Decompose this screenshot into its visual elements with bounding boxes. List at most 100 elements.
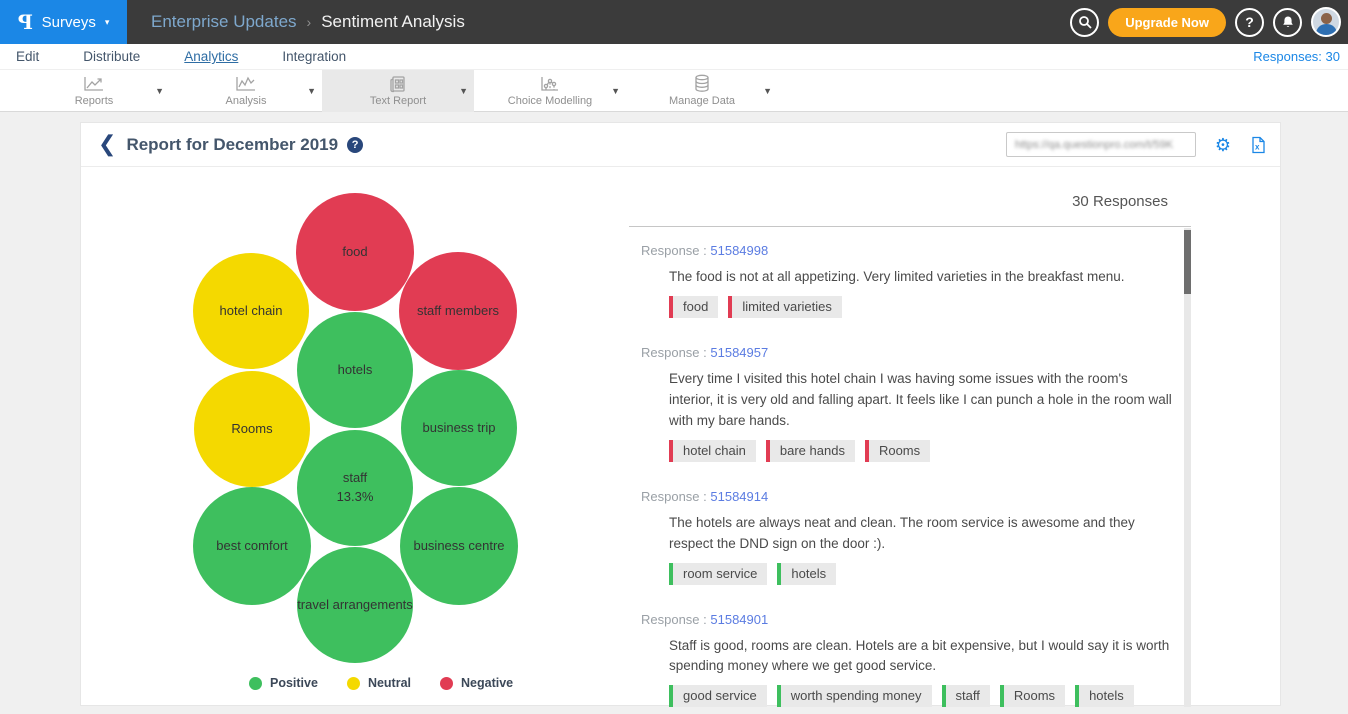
chevron-down-icon[interactable]: ▼ xyxy=(155,86,164,96)
sentiment-bubble-chart: food hotel chain staff members hotels Rooms b… xyxy=(111,189,531,644)
bubble-label: staff xyxy=(343,469,367,488)
export-excel-icon[interactable]: x xyxy=(1250,136,1266,154)
toolbar-item-reports[interactable]: Reports ▼ xyxy=(18,70,170,112)
bubble-label: hotel chain xyxy=(220,302,283,321)
chevron-down-icon[interactable]: ▼ xyxy=(307,86,316,96)
legend-dot-icon xyxy=(440,677,453,690)
sentiment-tag-rooms[interactable]: Rooms xyxy=(1000,685,1065,707)
response-label: Response : 51584901 xyxy=(641,612,1177,627)
back-button[interactable]: ❮ xyxy=(98,134,116,156)
settings-gear-icon[interactable]: ⚙ xyxy=(1215,136,1231,154)
sentiment-tag-bare-hands[interactable]: bare hands xyxy=(766,440,855,462)
toolbar-item-analysis[interactable]: Analysis ▼ xyxy=(170,70,322,112)
questionpro-logo-icon: P xyxy=(18,10,33,34)
legend-item-positive: Positive xyxy=(249,676,318,690)
bubble-hotels[interactable]: hotels xyxy=(297,312,413,428)
bubble-label: food xyxy=(342,243,367,262)
product-name: Surveys xyxy=(42,14,96,31)
response-tags: room service hotels xyxy=(669,563,1177,585)
breadcrumb-current-page: Sentiment Analysis xyxy=(321,12,465,32)
bubble-travel-arrangements[interactable]: travel arrangements xyxy=(297,547,413,663)
bubble-percentage: 13.3% xyxy=(337,488,374,507)
breadcrumb-separator: › xyxy=(307,14,312,30)
bubble-hotel-chain[interactable]: hotel chain xyxy=(193,253,309,369)
sentiment-tag-staff[interactable]: staff xyxy=(942,685,990,707)
toolbar-item-manage-data[interactable]: Manage Data ▼ xyxy=(626,70,778,112)
search-button[interactable] xyxy=(1070,8,1099,37)
sentiment-tag-hotels[interactable]: hotels xyxy=(777,563,836,585)
response-entry: Response : 51584901Staff is good, rooms … xyxy=(641,612,1177,707)
bubble-staff[interactable]: staff13.3% xyxy=(297,430,413,546)
share-url-value: https://qa.questionpro.com/t/59K xyxy=(1015,139,1173,151)
response-text: The hotels are always neat and clean. Th… xyxy=(669,513,1174,555)
survey-menu-bar: Edit Distribute Analytics Integration Re… xyxy=(0,44,1348,70)
sentiment-tag-hotel-chain[interactable]: hotel chain xyxy=(669,440,756,462)
chart-legend: Positive Neutral Negative xyxy=(249,676,513,690)
response-tags: hotel chain bare hands Rooms xyxy=(669,440,1177,462)
bubble-best-comfort[interactable]: best comfort xyxy=(193,487,311,605)
sentiment-tag-rooms[interactable]: Rooms xyxy=(865,440,930,462)
line-chart-icon xyxy=(82,75,106,93)
report-help-icon[interactable]: ? xyxy=(347,137,363,153)
help-button[interactable]: ? xyxy=(1235,8,1264,37)
response-entry: Response : 51584998The food is not at al… xyxy=(641,243,1177,318)
responses-list: Response : 51584998The food is not at al… xyxy=(629,227,1177,707)
user-avatar[interactable] xyxy=(1311,7,1341,37)
trend-chart-icon xyxy=(234,75,258,93)
response-label: Response : 51584914 xyxy=(641,489,1177,504)
breadcrumb: Enterprise Updates › Sentiment Analysis xyxy=(151,12,465,32)
toolbar-item-text-report[interactable]: Text Report ▼ xyxy=(322,70,474,112)
bubble-food[interactable]: food xyxy=(296,193,414,311)
response-text: The food is not at all appetizing. Very … xyxy=(669,267,1174,288)
response-tags: good service worth spending money staff Roo… xyxy=(669,685,1177,707)
scrollbar-track[interactable] xyxy=(1184,228,1191,707)
bubble-label: hotels xyxy=(338,361,373,380)
bubble-label: Rooms xyxy=(231,420,272,439)
responses-heading: 30 Responses xyxy=(1072,193,1168,210)
response-id-link[interactable]: 51584914 xyxy=(710,489,768,504)
legend-item-neutral: Neutral xyxy=(347,676,411,690)
report-header: ❮ Report for December 2019 ? https://qa.… xyxy=(81,123,1280,167)
breadcrumb-survey-name[interactable]: Enterprise Updates xyxy=(151,12,297,32)
share-url-input[interactable]: https://qa.questionpro.com/t/59K xyxy=(1006,132,1196,157)
bubble-rooms[interactable]: Rooms xyxy=(194,371,310,487)
sentiment-tag-hotels[interactable]: hotels xyxy=(1075,685,1134,707)
toolbar-item-choice-modelling[interactable]: Choice Modelling ▼ xyxy=(474,70,626,112)
legend-label: Neutral xyxy=(368,676,411,690)
response-id-link[interactable]: 51584998 xyxy=(710,243,768,258)
bubble-staff-members[interactable]: staff members xyxy=(399,252,517,370)
bubble-business-trip[interactable]: business trip xyxy=(401,370,517,486)
toolbar-item-label: Analysis xyxy=(226,95,267,107)
report-title: Report for December 2019 xyxy=(126,135,338,155)
bubble-business-centre[interactable]: business centre xyxy=(400,487,518,605)
menu-item-analytics[interactable]: Analytics xyxy=(184,49,238,64)
menu-item-edit[interactable]: Edit xyxy=(16,49,39,64)
sentiment-tag-room-service[interactable]: room service xyxy=(669,563,767,585)
response-id-link[interactable]: 51584901 xyxy=(710,612,768,627)
database-icon xyxy=(692,75,712,93)
response-id-link[interactable]: 51584957 xyxy=(710,345,768,360)
legend-item-negative: Negative xyxy=(440,676,513,690)
upgrade-now-button[interactable]: Upgrade Now xyxy=(1108,8,1226,37)
avatar-torso xyxy=(1316,24,1337,37)
toolbar-item-label: Choice Modelling xyxy=(508,95,592,107)
scrollbar-thumb[interactable] xyxy=(1184,230,1191,294)
sentiment-tag-limited-varieties[interactable]: limited varieties xyxy=(728,296,842,318)
bubble-label: staff members xyxy=(417,302,499,321)
sentiment-tag-food[interactable]: food xyxy=(669,296,718,318)
responses-count: Responses: 30 xyxy=(1253,49,1340,64)
menu-item-integration[interactable]: Integration xyxy=(282,49,346,64)
chevron-down-icon[interactable]: ▼ xyxy=(459,86,468,96)
bubble-label: travel arrangements xyxy=(297,596,413,615)
sentiment-tag-good-service[interactable]: good service xyxy=(669,685,767,707)
chevron-down-icon[interactable]: ▼ xyxy=(611,86,620,96)
notifications-button[interactable] xyxy=(1273,8,1302,37)
chevron-down-icon[interactable]: ▼ xyxy=(763,86,772,96)
surveys-product-switcher[interactable]: P Surveys ▾ xyxy=(0,0,127,44)
analytics-toolbar: Reports ▼ Analysis ▼ Text Report ▼ Choic… xyxy=(0,70,1348,112)
search-icon xyxy=(1078,15,1092,29)
response-label: Response : 51584957 xyxy=(641,345,1177,360)
scatter-chart-icon xyxy=(538,75,562,93)
sentiment-tag-worth-spending-money[interactable]: worth spending money xyxy=(777,685,932,707)
menu-item-distribute[interactable]: Distribute xyxy=(83,49,140,64)
